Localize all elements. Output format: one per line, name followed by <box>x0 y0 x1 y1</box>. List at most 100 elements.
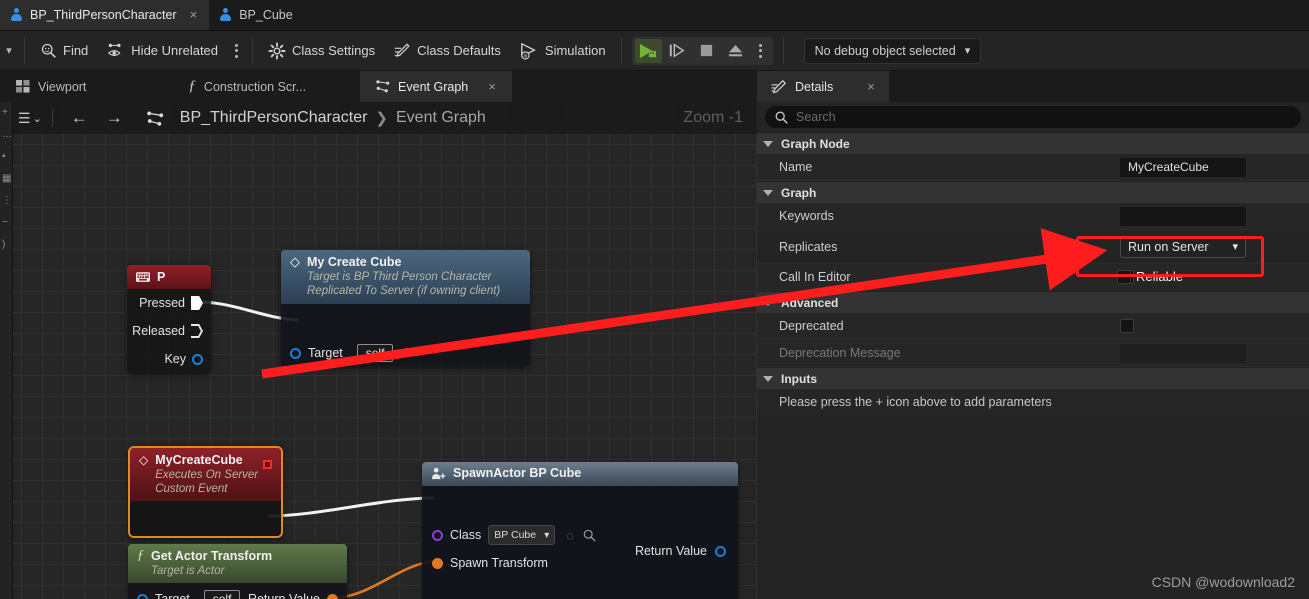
back-arrow-icon[interactable]: ← <box>63 108 96 128</box>
hide-unrelated-options-button[interactable] <box>227 43 246 58</box>
property-row-deprecation-message[interactable]: Deprecation Message <box>757 340 1309 367</box>
tab-label: Event Graph <box>398 79 469 94</box>
pencil-lines-icon <box>394 42 410 57</box>
node-body: Pressed Released Key <box>127 289 211 373</box>
details-panel: Details × Search Graph Node Name MyCreat… <box>757 71 1309 599</box>
pin-label: Target <box>308 346 343 360</box>
search-placeholder: Search <box>796 110 836 124</box>
keywords-field[interactable] <box>1120 206 1246 226</box>
bookmark-icon[interactable]: ☰ <box>18 110 31 127</box>
search-input[interactable]: Search <box>765 106 1301 128</box>
event-diamond-icon: ◇ <box>290 254 300 269</box>
node-my-create-cube-call[interactable]: ◇ My Create Cube Target is BP Third Pers… <box>281 250 530 366</box>
property-row-deprecated[interactable]: Deprecated <box>757 313 1309 340</box>
kebab-dot <box>235 54 239 58</box>
divider <box>51 109 53 127</box>
node-title: My Create Cube <box>307 255 402 269</box>
class-dropdown[interactable]: BP Cube ▾ <box>488 525 556 545</box>
close-icon[interactable]: × <box>867 79 875 94</box>
kebab-dot <box>758 49 762 52</box>
browse-back-icon[interactable]: ◌ <box>566 528 574 543</box>
pin-key[interactable]: Key <box>127 345 211 373</box>
pin-released[interactable]: Released <box>127 317 211 345</box>
property-value: MyCreateCube <box>1112 157 1309 177</box>
class-defaults-button[interactable]: Class Defaults <box>384 36 510 66</box>
tab-construction-script[interactable]: ƒ Construction Scr... <box>172 71 322 102</box>
node-mycreatecube-custom-event[interactable]: ◇ MyCreateCube Executes On Server Custom… <box>128 446 283 538</box>
tab-event-graph[interactable]: Event Graph × <box>360 71 512 102</box>
hide-unrelated-button[interactable]: Hide Unrelated <box>97 36 227 66</box>
breadcrumb-root[interactable]: BP_ThirdPersonCharacter <box>174 109 374 127</box>
my-blueprint-panel-edge[interactable]: + … ▪ ▦ ⋮ − ) <box>0 102 13 599</box>
debug-object-dropdown[interactable]: No debug object selected ▾ <box>803 37 982 64</box>
eject-button[interactable] <box>722 39 749 63</box>
asset-tab-label: BP_Cube <box>239 7 293 22</box>
property-row-name[interactable]: Name MyCreateCube <box>757 154 1309 181</box>
graph-breadcrumb-bar: ☰ ⌄ ← → BP_ThirdPersonCharacter ❯ Event … <box>0 102 757 134</box>
tab-details[interactable]: Details × <box>757 71 889 102</box>
hide-unrelated-icon <box>108 43 121 56</box>
data-pin-icon[interactable] <box>192 353 203 365</box>
breadcrumb-leaf[interactable]: Event Graph <box>390 109 492 127</box>
play-icon <box>640 43 657 58</box>
data-pin-icon[interactable] <box>290 347 301 359</box>
asset-tab-strip: BP_ThirdPersonCharacter × BP_Cube <box>0 0 1309 31</box>
node-spawnactor-bp-cube[interactable]: SpawnActor BP Cube Class BP Cube ▾ ◌ Spa… <box>422 462 738 599</box>
data-pin-icon[interactable] <box>432 557 443 569</box>
pin-return-value[interactable]: Return Value <box>635 544 726 558</box>
simulation-button[interactable]: ⚙ Simulation <box>510 36 615 66</box>
exec-pin-icon[interactable] <box>191 324 203 338</box>
data-pin-icon[interactable] <box>327 593 338 599</box>
toolbar-divider <box>620 37 622 64</box>
stop-button[interactable] <box>693 39 720 63</box>
target-value-field[interactable]: self <box>356 344 394 362</box>
toolbar-overflow-chevron-icon[interactable]: ▾ <box>0 44 18 57</box>
data-pin-icon[interactable] <box>432 529 443 541</box>
close-icon[interactable]: × <box>488 79 496 94</box>
name-field[interactable]: MyCreateCube <box>1120 157 1246 177</box>
play-button[interactable] <box>634 38 662 63</box>
property-label: Keywords <box>779 209 834 223</box>
pin-spawn-transform[interactable]: Spawn Transform <box>432 556 548 570</box>
find-button[interactable]: Find <box>31 36 97 66</box>
asset-tab-bp-cube[interactable]: BP_Cube <box>209 0 305 30</box>
event-diamond-icon: ◇ <box>139 453 149 467</box>
deprecated-checkbox[interactable] <box>1120 319 1134 333</box>
tab-label: Viewport <box>38 79 87 94</box>
event-graph-canvas[interactable]: P Pressed Released Key ◇ My Create Cube … <box>0 102 757 599</box>
tab-viewport[interactable]: Viewport <box>0 71 102 102</box>
keyboard-icon <box>136 272 150 282</box>
play-options-button[interactable] <box>751 43 770 58</box>
data-pin-icon[interactable] <box>137 593 148 599</box>
section-header-graph-node[interactable]: Graph Node <box>757 132 1309 154</box>
kebab-dot <box>758 54 762 58</box>
section-title: Graph <box>781 185 817 200</box>
pin-class[interactable]: Class BP Cube ▾ ◌ <box>432 525 596 545</box>
exec-pin-icon[interactable] <box>191 296 203 310</box>
section-header-graph[interactable]: Graph <box>757 181 1309 203</box>
pin-target[interactable]: Target self <box>290 344 394 362</box>
forward-arrow-icon[interactable]: → <box>98 108 131 128</box>
asset-tab-bp-thirdpersoncharacter[interactable]: BP_ThirdPersonCharacter × <box>0 0 210 30</box>
deprecation-message-field[interactable] <box>1120 343 1246 363</box>
section-header-advanced[interactable]: Advanced <box>757 291 1309 313</box>
node-get-actor-transform[interactable]: ƒ Get Actor Transform Target is Actor Ta… <box>128 544 347 599</box>
property-row-keywords[interactable]: Keywords <box>757 203 1309 230</box>
chevron-down-icon: ▾ <box>544 529 550 541</box>
class-settings-button[interactable]: Class Settings <box>259 36 384 66</box>
blueprint-character-icon <box>10 8 23 21</box>
step-button[interactable] <box>664 39 691 63</box>
pin-pressed[interactable]: Pressed <box>127 289 211 317</box>
tab-label: Construction Scr... <box>203 79 307 94</box>
bookmark-chevron-icon[interactable]: ⌄ <box>33 112 42 125</box>
inputs-empty-note: Please press the + icon above to add par… <box>757 389 1309 415</box>
node-title: SpawnActor BP Cube <box>453 466 582 480</box>
close-icon[interactable]: × <box>190 8 198 21</box>
target-value-field[interactable]: self <box>203 590 241 599</box>
pin-target[interactable]: Target self <box>137 590 241 599</box>
node-input-key-p[interactable]: P Pressed Released Key <box>127 265 211 373</box>
data-pin-icon[interactable] <box>715 545 726 557</box>
property-value <box>1112 319 1309 333</box>
section-header-inputs[interactable]: Inputs <box>757 367 1309 389</box>
pin-return-value[interactable]: Return Value <box>248 592 338 599</box>
